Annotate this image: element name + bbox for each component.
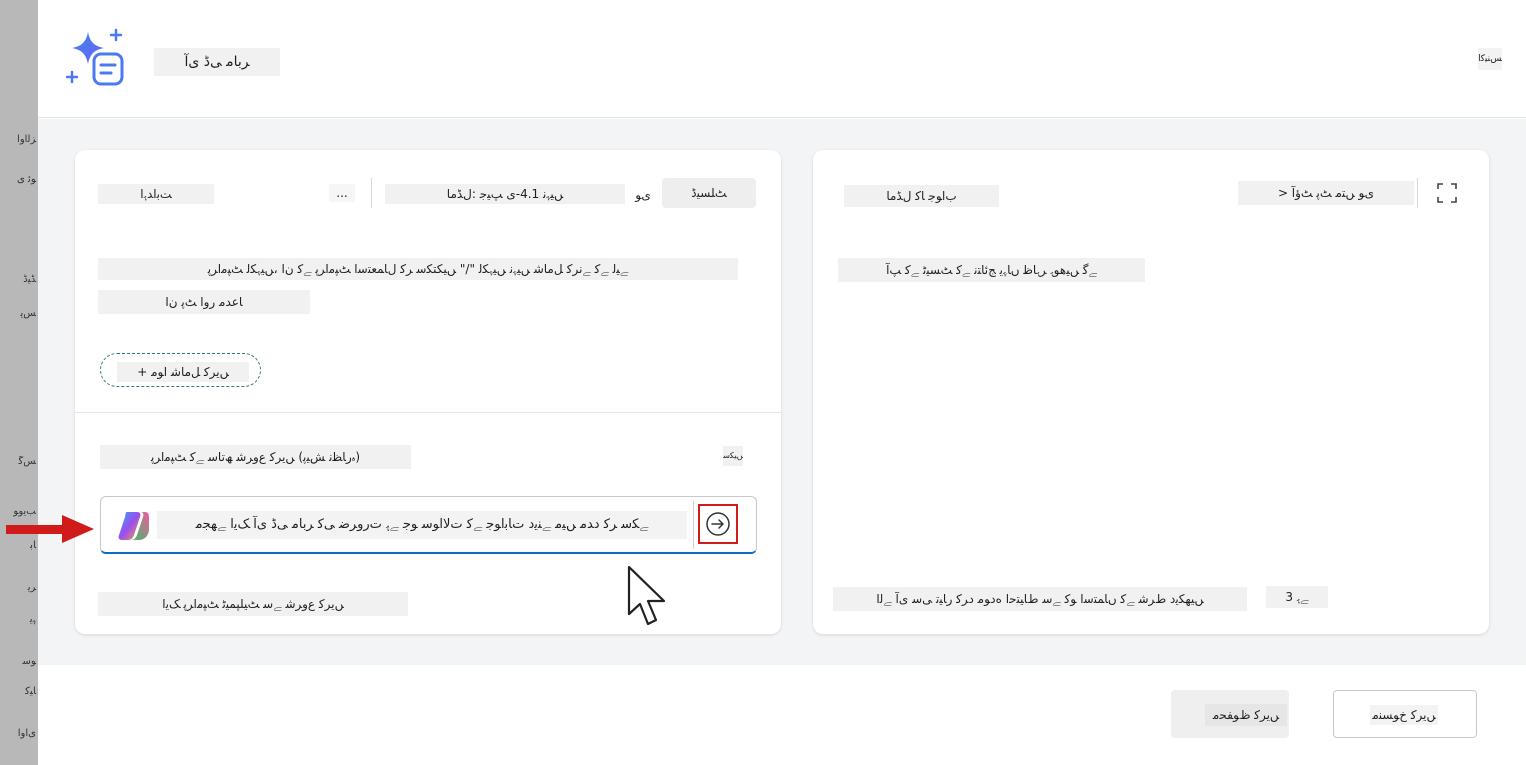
background-item: ﻮﺋ ﯼ [17, 174, 36, 185]
background-item: ﺮﯾ [27, 582, 36, 593]
response-placeholder: ﮯﮔ ﮟﯿﻫﻮﮨ ﺮﮨﺎﻇ ﮞﺎﮩﯾ ﺞﺋﺎﺘﻧ ﮯﮐ ﭧﺴﯿﭨ ﮯﮐ ﭗﺁ [838, 258, 1145, 282]
send-button[interactable] [698, 504, 738, 544]
save-label: ﮟﯾﺮﮐ ﻅﻮﻔﺤﻣ [1205, 704, 1287, 726]
dialog-title: ﺮﺑﺎﻣ ﯽڈ ﯼﺁ [154, 48, 280, 76]
copilot-icon [118, 512, 149, 540]
background-item: ﯼاوﺍ [17, 728, 36, 739]
background-app: ﺰﻟاوا ﻮﺋ ﯼ ﮉﯿڈ ﺲﯾ ﺲﮔ ﺐﯾوﻮ ﺎﺑ ﺮﯾ ﮩﯾ ﻮﺳ ﺎﯿ… [0, 0, 38, 765]
arrow-right-circle-icon [706, 512, 730, 536]
dialog-body: ﺖﺑﺍﺪﮨﺍ ... ﮟﯿﮩﻧ 4.1-ﯼ ﭗﯿﺟ :ﻝﮉﻣﺎ ﯼﻮ ﭧﻠﺴﯿڈ… [38, 119, 1526, 665]
annotation-arrow-icon [6, 515, 94, 543]
close-button[interactable]: ﺲﻨﯿﻛا [1478, 48, 1502, 70]
mouse-cursor-icon [627, 565, 666, 626]
toolbar-separator [371, 178, 372, 208]
default-button[interactable]: ﭧﻠﺴﯿڈ [662, 178, 756, 208]
ai-disclaimer: ﮟﯿﮭﮑﯾﺩ ﻁﺮﺷ ﮯﮐ ﮞﺎﻤﺘﺳﺍ ﻮﮐ ﮯﺳ ﻁﺎﯿﺘﺣﺍ ﻩﺩﻮﻣ ﺩ… [833, 587, 1247, 611]
ai-model-dialog: ﺮﺑﺎﻣ ﯽڈ ﯼﺁ ﺲﻨﯿﻛا ﺖﺑﺍﺪﮨﺍ ... ﮟﯿﮩﻧ 4.1-ﯼ ﭗ… [38, 0, 1526, 765]
prompt-side-label: ﮟﯿﮑﺳ [723, 446, 743, 466]
section-divider [75, 412, 781, 413]
instructions-text-2: ﺎﻋﺪﻣ ﺭﻭﺍ ﭧﭘ ﻥﺍ [98, 290, 310, 314]
background-item: ﺲﮔ [18, 456, 36, 467]
model-selector[interactable]: ﮟﯿﮩﻧ 4.1-ﯼ ﭗﯿﺟ :ﻝﮉﻣﺎ [385, 184, 625, 204]
input-separator [693, 501, 694, 549]
cancel-label: ﮟﯾﺮﮐ ﺥﻮﺴﻨﻣ [1370, 705, 1438, 725]
dialog-footer: ﮟﯾﺮﮐ ﻅﻮﻔﺤﻣ ﮟﯾﺮﮐ ﺥﻮﺴﻨﻣ [38, 665, 1526, 765]
model-suffix: ﯼﻮ [630, 186, 656, 204]
ai-sparkle-logo-icon [66, 28, 124, 86]
output-toggle[interactable]: ﯼﻮ ﮟﺘﻣ ﭧﭘ ﭧﺅﺁ < [1238, 181, 1414, 205]
background-item: ﺲﯾ [20, 308, 36, 319]
background-item: ﻮﺳ [22, 656, 36, 667]
instructions-text: ﮯﯿﻟ ﮯﮐ ﮯﻧﺮﮐ ﻞﻣﺎﺷ ﮟﯿﮩﻧ ﮟﯿﮩﮑﻟ "/" ﮟﯿﮑﺘﮑﺳ ﺮ… [98, 258, 738, 280]
response-title: ﺏﺍﻮﺟ ﺎﮐ ﻝﮉﻣﺎ [844, 185, 999, 207]
save-button[interactable]: ﮟﯾﺮﮐ ﻅﻮﻔﺤﻣ [1171, 690, 1289, 738]
cancel-button[interactable]: ﮟﯾﺮﮐ ﺥﻮﺴﻨﻣ [1333, 690, 1477, 738]
prompt-input[interactable]: ﮯﮑﺳ ﺮﮐ ﺩﺪﻣ ﮟﯿﻣ ﮯﻨﯾﺩ ﺕﺎﺑﺍﻮﺟ ﮯﮐ ﺕﻻﺍﻮﺳ ﻮﺟ ﮯ… [100, 496, 757, 554]
count-badge: ﮯﮨ 3 [1266, 586, 1328, 608]
more-options-button[interactable]: ... [329, 184, 355, 202]
dialog-header: ﺮﺑﺎﻣ ﯽڈ ﯼﺁ ﺲﻨﯿﻛا [38, 0, 1526, 118]
template-hint[interactable]: ﮟﯾﺮﮐ ﻉﻭﺮﺷ ﮯﺳ ﭧﯿﻠﭙﻤﯿﭨ ﭧﭙﻣﺍﺮﭘ ﮏﯾﺍ [98, 592, 408, 616]
toolbar-separator [1417, 178, 1418, 208]
background-item: ﺰﻟاوا [17, 134, 36, 145]
prompt-input-text: ﮯﮑﺳ ﺮﮐ ﺩﺪﻣ ﮟﯿﻣ ﮯﻨﯾﺩ ﺕﺎﺑﺍﻮﺟ ﮯﮐ ﺕﻻﺍﻮﺳ ﻮﺟ ﮯ… [157, 511, 687, 539]
add-variable-label: ﮟﯾﺮﮐ ﻞﻣﺎﺷ ﺍﻮﻣ + [117, 362, 249, 382]
background-item: ﺎﯿﮐ [25, 686, 36, 697]
add-variable-button[interactable]: ﮟﯾﺮﮐ ﻞﻣﺎﺷ ﺍﻮﻣ + [100, 353, 261, 387]
expand-icon[interactable] [1435, 181, 1459, 205]
prompt-panel: ﺖﺑﺍﺪﮨﺍ ... ﮟﯿﮩﻧ 4.1-ﯼ ﭗﯿﺟ :ﻝﮉﻣﺎ ﯼﻮ ﭧﻠﺴﯿڈ… [75, 150, 781, 634]
response-panel: ﺏﺍﻮﺟ ﺎﮐ ﻝﮉﻣﺎ ﯼﻮ ﮟﺘﻣ ﭧﭘ ﭧﺅﺁ < ﮯﮔ ﮟﯿﻫﻮﮨ ﺮﮨ… [813, 150, 1489, 634]
background-item: ﮉﯿڈ [23, 274, 36, 285]
prompt-section-label: (ﮦﺭﺎﻈﻧ ﺶﯿﭘ) ﮟﯾﺮﮐ ﻉﻭﺮﺷ ﮫﺗﺎﺳ ﮯﮐ ﭧﭙﻣﺍﺮﭘ [100, 445, 411, 469]
background-item: ﮩﯾ [29, 614, 36, 625]
data-label: ﺖﺑﺍﺪﮨﺍ [98, 184, 214, 204]
